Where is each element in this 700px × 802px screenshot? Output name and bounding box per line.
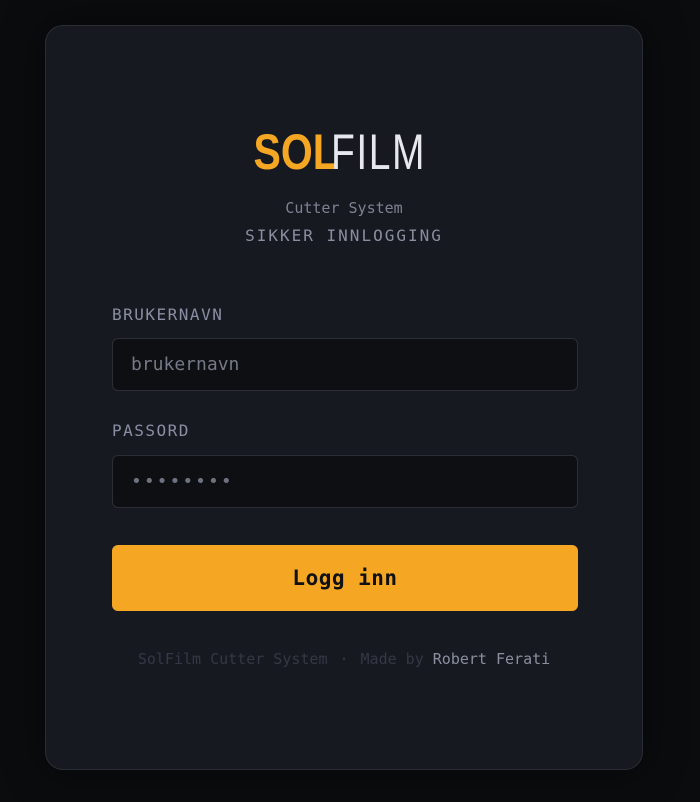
secure-login-heading: SIKKER INNLOGGING bbox=[245, 226, 443, 245]
footer-product: SolFilm Cutter System bbox=[137, 650, 328, 668]
password-input[interactable] bbox=[112, 455, 578, 508]
username-label: BRUKERNAVN bbox=[112, 305, 224, 324]
footer-made-by: Made by bbox=[360, 650, 424, 668]
solfilm-logo: SOLFILM bbox=[46, 122, 642, 182]
logo-sol-text: SOL bbox=[253, 124, 338, 180]
login-button[interactable]: Logg inn bbox=[112, 545, 578, 611]
logo-film-text: FILM bbox=[331, 124, 427, 180]
app-subtitle: Cutter System bbox=[285, 199, 403, 217]
login-card: SOLFILM Cutter System SIKKER INNLOGGING … bbox=[45, 25, 643, 770]
footer-author: Robert Ferati bbox=[432, 650, 551, 668]
footer-credit: SolFilm Cutter System · Made by Robert Fer… bbox=[126, 648, 562, 670]
password-label: PASSORD bbox=[112, 421, 190, 440]
footer-separator: · bbox=[339, 650, 349, 668]
username-input[interactable] bbox=[112, 338, 578, 391]
